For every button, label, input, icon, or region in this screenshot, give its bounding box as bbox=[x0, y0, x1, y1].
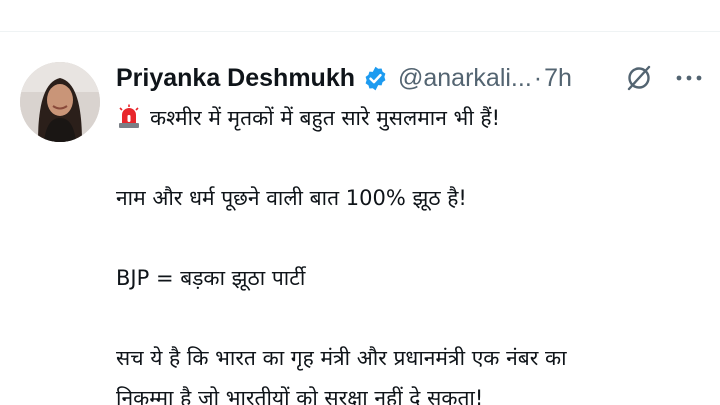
verified-badge-icon[interactable] bbox=[362, 65, 389, 92]
tweet-line: कश्मीर में मृतकों में बहुत सारे मुसलमान … bbox=[116, 98, 712, 138]
tweet-header: Priyanka Deshmukh @anarkali... · 7h bbox=[116, 58, 706, 98]
tweet-line-text: कश्मीर में मृतकों में बहुत सारे मुसलमान … bbox=[150, 106, 501, 130]
tweet-line: नाम और धर्म पूछने वाली बात 100% झूठ है! bbox=[116, 186, 467, 210]
tweet-screen: Priyanka Deshmukh @anarkali... · 7h कश्म… bbox=[0, 0, 720, 405]
author-handle[interactable]: @anarkali... bbox=[398, 64, 532, 93]
avatar[interactable] bbox=[20, 62, 100, 142]
more-options-icon[interactable] bbox=[672, 64, 706, 92]
separator-dot: · bbox=[533, 63, 543, 92]
siren-icon bbox=[116, 102, 142, 128]
grok-icon[interactable] bbox=[624, 63, 654, 93]
tweet-line: सच ये है कि भारत का गृह मंत्री और प्रधान… bbox=[116, 346, 567, 370]
tweet-line: BJP = बड़का झूठा पार्टी bbox=[116, 266, 306, 290]
tweet-line: निकम्मा है जो भारतीयों को सुरक्षा नहीं द… bbox=[116, 386, 484, 405]
divider bbox=[0, 31, 720, 32]
tweet-text: कश्मीर में मृतकों में बहुत सारे मुसलमान … bbox=[116, 98, 712, 405]
display-name[interactable]: Priyanka Deshmukh bbox=[116, 64, 355, 93]
timestamp[interactable]: 7h bbox=[544, 64, 572, 93]
